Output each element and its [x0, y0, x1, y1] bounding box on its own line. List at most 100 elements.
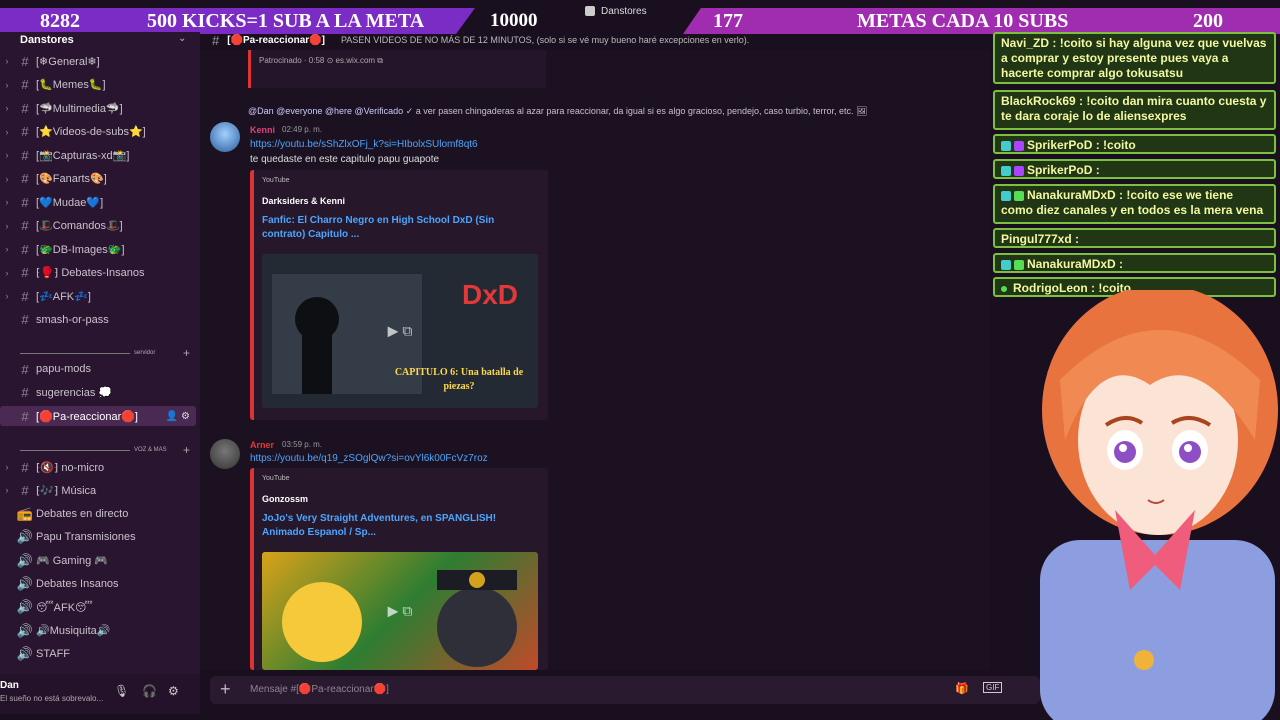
- sidebar-channel[interactable]: › # [🎨Fanarts🎨]: [0, 169, 196, 189]
- message-list[interactable]: Patrocinado · 0:58 ⊙ es.wix.com ⧉ @Dan @…: [200, 50, 990, 670]
- category-voz[interactable]: VOZ & MAS +: [20, 443, 190, 457]
- chat-badge-icon: [1014, 190, 1024, 201]
- sidebar-channel[interactable]: # [🛑Pa-reaccionar🛑] 👤 ⚙: [0, 406, 196, 426]
- sidebar-channel[interactable]: # smash-or-pass: [0, 310, 196, 330]
- sidebar-channel[interactable]: › # [🐛Memes🐛]: [0, 75, 196, 95]
- speaker-icon: 🔊: [16, 529, 34, 545]
- mention[interactable]: @Verificado: [355, 106, 404, 116]
- chevron-right-icon[interactable]: ›: [0, 268, 14, 278]
- hash-icon: #: [21, 361, 29, 377]
- sidebar-channel[interactable]: › # [📸Capturas-xd📸]: [0, 145, 196, 165]
- sidebar-channel[interactable]: 🔊 Debates Insanos: [0, 574, 196, 594]
- channel-label: sugerencias 💭: [36, 387, 113, 399]
- category-label: servidor: [134, 350, 156, 356]
- channel-topic[interactable]: PASEN VIDEOS DE NO MÁS DE 12 MINUTOS, (s…: [341, 35, 749, 45]
- youtube-embed: YouTube Darksiders & Kenni Fanfic: El Ch…: [250, 170, 548, 420]
- sidebar-channel[interactable]: 🔊 🎮 Gaming 🎮: [0, 551, 196, 571]
- add-attachment-button[interactable]: +: [220, 679, 231, 700]
- gear-icon[interactable]: ⚙: [168, 684, 179, 698]
- video-thumbnail[interactable]: DxD CAPITULO 6: Una batalla de piezas? ▶…: [262, 254, 538, 408]
- hash-icon: #: [21, 459, 29, 475]
- speaker-icon: 📻: [16, 505, 34, 521]
- avatar[interactable]: [210, 122, 240, 152]
- chat-badge-icon: [1014, 259, 1024, 270]
- chevron-right-icon[interactable]: ›: [0, 244, 14, 254]
- chevron-right-icon[interactable]: ›: [0, 103, 14, 113]
- chevron-right-icon[interactable]: ›: [0, 56, 14, 66]
- username[interactable]: Dan: [0, 680, 19, 691]
- sidebar-channel[interactable]: 🔊 Papu Transmisiones: [0, 527, 196, 547]
- embed-author[interactable]: Darksiders & Kenni: [262, 196, 345, 206]
- channel-label: [❄General❄]: [36, 55, 100, 68]
- message-author[interactable]: Kenni: [250, 125, 275, 135]
- chevron-right-icon[interactable]: ›: [0, 221, 14, 231]
- channel-label: [🦈Multimedia🦈]: [36, 102, 123, 115]
- mention[interactable]: @everyone: [276, 106, 322, 116]
- sidebar-channel[interactable]: 🔊 😴AFK😴: [0, 597, 196, 617]
- mention[interactable]: @here: [325, 106, 352, 116]
- sidebar-channel[interactable]: › # [⭐Videos-de-subs⭐]: [0, 122, 196, 142]
- add-channel-icon[interactable]: +: [183, 443, 190, 457]
- sidebar-channel[interactable]: › # [🎩Comandos🎩]: [0, 216, 196, 236]
- play-icon[interactable]: ▶ ⧉: [388, 323, 413, 340]
- sidebar-channel[interactable]: # sugerencias 💭: [0, 383, 196, 403]
- sidebar-channel[interactable]: › # ⁅🔇⁆ no-micro: [0, 457, 196, 477]
- add-channel-icon[interactable]: +: [183, 346, 190, 360]
- kicks-count: 8282: [40, 9, 80, 32]
- chat-username: SprikerPoD: [1027, 163, 1093, 177]
- sidebar-channel[interactable]: › # [💤AFK💤]: [0, 286, 196, 306]
- channel-settings-icon[interactable]: 👤 ⚙: [166, 411, 190, 422]
- headphones-icon[interactable]: 🎧: [142, 684, 157, 698]
- microphone-icon[interactable]: 🎙: [114, 684, 129, 698]
- channel-label: [💤AFK💤]: [36, 290, 91, 303]
- message-link[interactable]: https://youtu.be/sShZlxOFj_k?si=HIbolxSU…: [250, 139, 478, 150]
- category-servidor[interactable]: servidor +: [20, 346, 190, 360]
- play-icon[interactable]: ▶ ⧉: [388, 603, 413, 620]
- message-input[interactable]: Mensaje #[🛑Pa-reaccionar🛑]: [250, 684, 389, 695]
- channel-label: Debates Insanos: [36, 578, 119, 590]
- channel-label: [🛑Pa-reaccionar🛑]: [36, 410, 138, 423]
- chevron-right-icon[interactable]: ›: [0, 462, 14, 472]
- chat-username: BlackRock69: [1001, 94, 1076, 108]
- chevron-right-icon[interactable]: ›: [0, 485, 14, 495]
- sidebar-channel[interactable]: › # ⁅🥊⁆ Debates-Insanos: [0, 263, 196, 283]
- hash-icon: #: [21, 265, 29, 280]
- channel-label: 🔊Musiquita🔊: [36, 625, 111, 638]
- chevron-right-icon[interactable]: ›: [0, 197, 14, 207]
- sidebar-channel[interactable]: 📻 Debates en directo: [0, 504, 196, 524]
- hash-icon: #: [21, 482, 29, 498]
- video-thumbnail[interactable]: ▶ ⧉: [262, 552, 538, 670]
- embed-author[interactable]: Gonzossm: [262, 494, 308, 504]
- gif-button[interactable]: GIF: [983, 682, 1003, 693]
- gift-icon[interactable]: 🎁: [955, 682, 969, 695]
- sidebar-channel[interactable]: › # [🐲DB-Images🐲]: [0, 239, 196, 259]
- chevron-right-icon[interactable]: ›: [0, 80, 14, 90]
- chevron-right-icon[interactable]: ›: [0, 150, 14, 160]
- message-author[interactable]: Arner: [250, 440, 274, 450]
- channel-label: 🎮 Gaming 🎮: [36, 555, 109, 568]
- embed-title[interactable]: JoJo's Very Straight Adventures, en SPAN…: [262, 512, 512, 540]
- server-name[interactable]: Danstores: [20, 34, 74, 46]
- sidebar-channel[interactable]: › # [🦈Multimedia🦈]: [0, 98, 196, 118]
- sidebar-channel[interactable]: 🔊 STAFF: [0, 644, 196, 664]
- reply-preview[interactable]: @Dan @everyone @here @Verificado ✓ a ver…: [248, 106, 867, 117]
- sidebar-channel[interactable]: › # [❄General❄]: [0, 51, 196, 71]
- message-link[interactable]: https://youtu.be/q19_zSOglQw?si=ovYl6k00…: [250, 453, 488, 464]
- hash-icon: #: [21, 147, 29, 163]
- sidebar-channel[interactable]: 🔊 🔊Musiquita🔊: [0, 621, 196, 641]
- embed-title[interactable]: Fanfic: El Charro Negro en High School D…: [262, 214, 512, 242]
- reply-author[interactable]: @Dan: [248, 106, 274, 116]
- vtuber-avatar: [1040, 290, 1278, 720]
- chat-badge-icon: [1014, 165, 1024, 176]
- sidebar-channel[interactable]: › # ⁅🎶⁆ Música: [0, 480, 196, 500]
- speaker-icon: 🔊: [16, 622, 34, 638]
- chevron-right-icon[interactable]: ›: [0, 127, 14, 137]
- chevron-right-icon[interactable]: ›: [0, 174, 14, 184]
- sidebar-channel[interactable]: › # [💙Mudae💙]: [0, 192, 196, 212]
- avatar[interactable]: [210, 439, 240, 469]
- app-icon: [585, 6, 595, 16]
- chevron-down-icon[interactable]: ⌄: [178, 33, 186, 44]
- chevron-right-icon[interactable]: ›: [0, 291, 14, 301]
- message-input-bar[interactable]: + Mensaje #[🛑Pa-reaccionar🛑] 🎁 GIF: [210, 676, 1040, 704]
- sidebar-channel[interactable]: # papu-mods: [0, 359, 196, 379]
